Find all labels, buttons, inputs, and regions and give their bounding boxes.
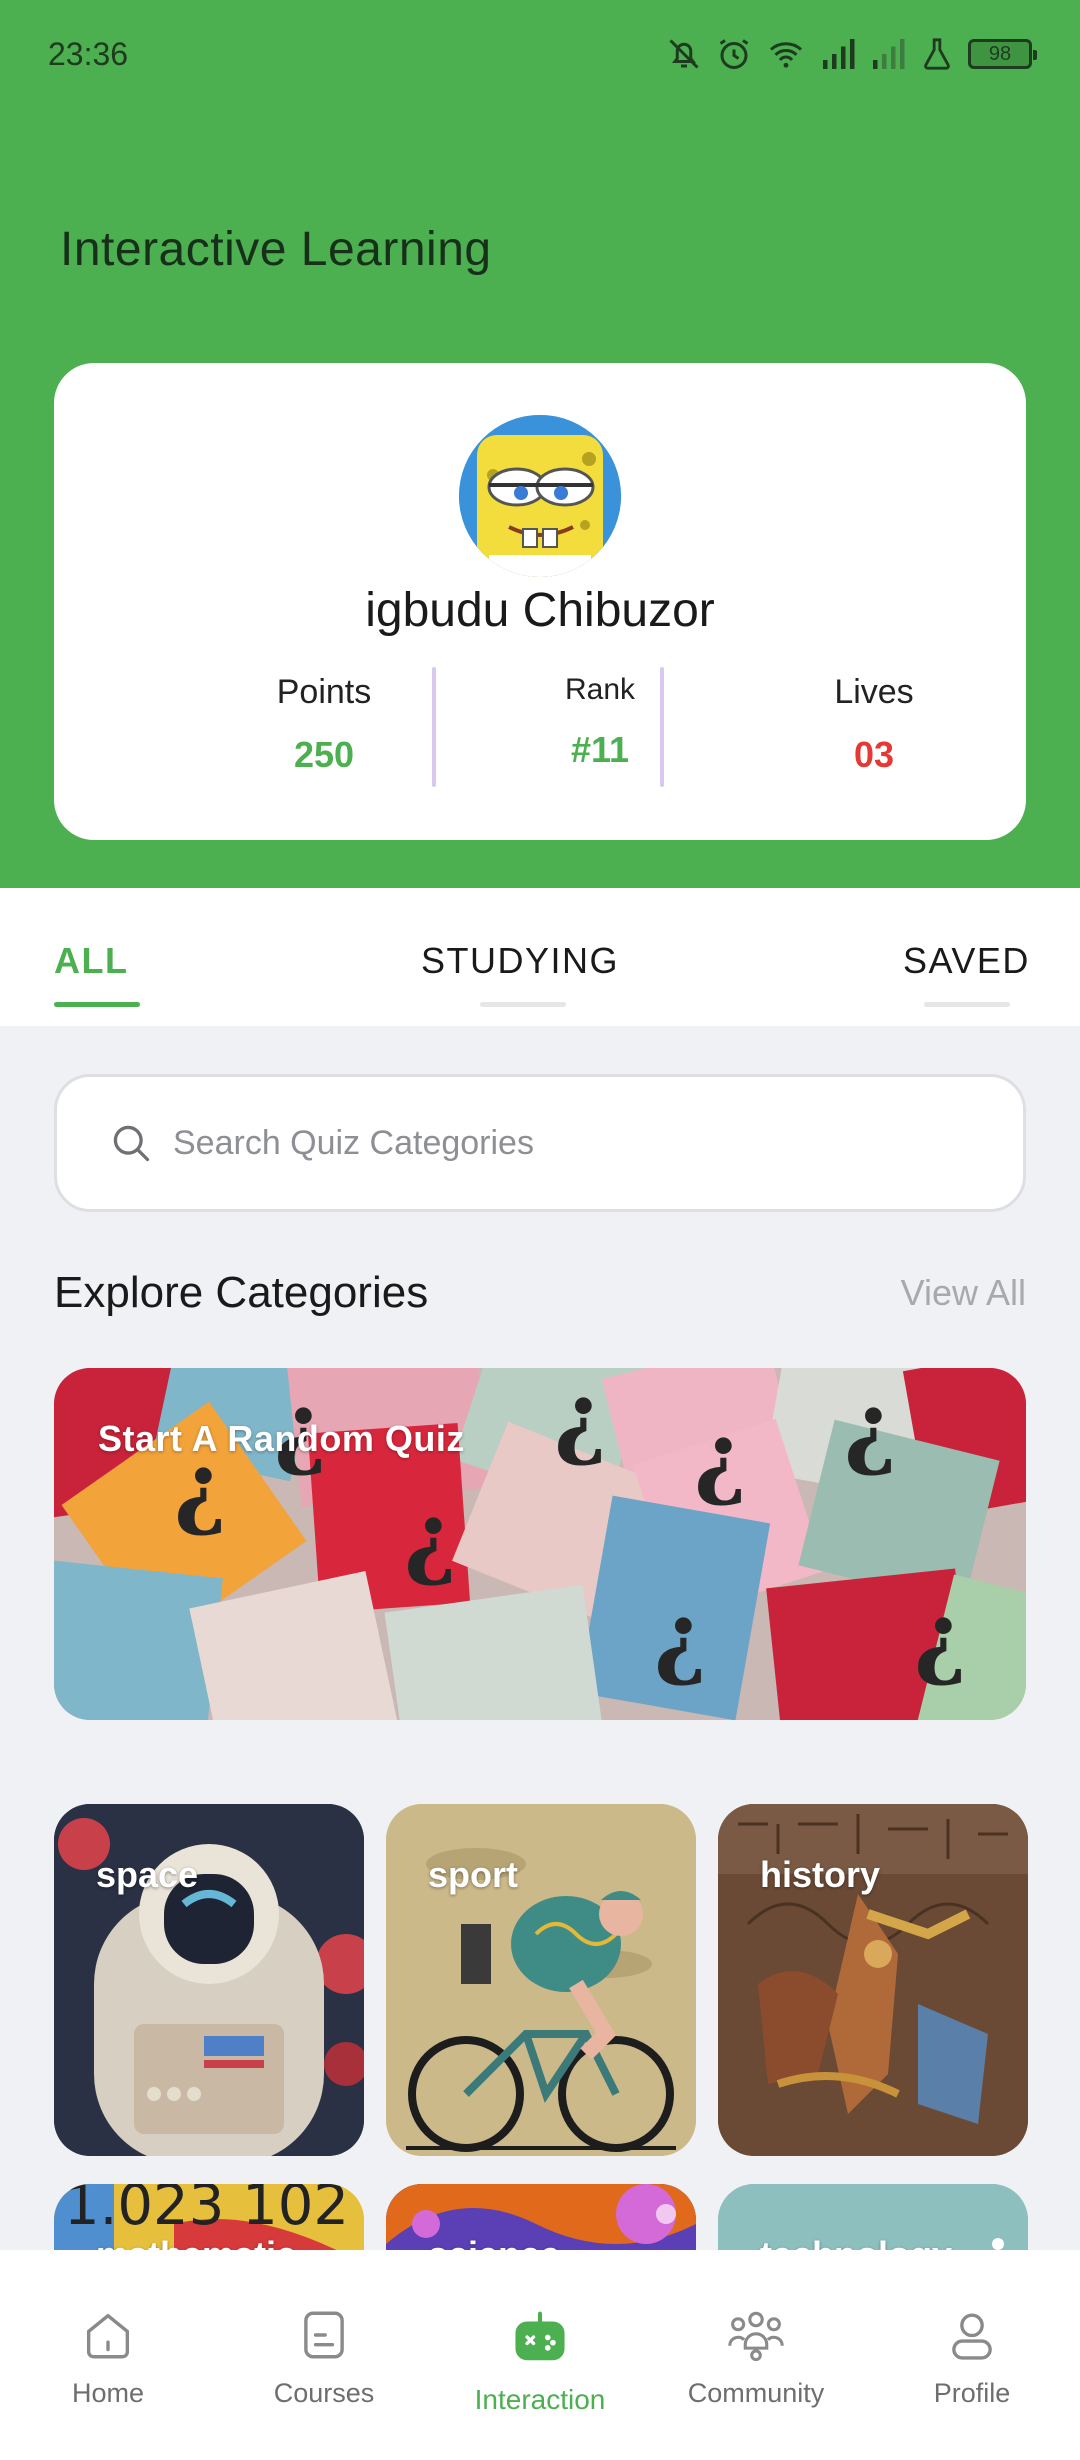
- tab-saved[interactable]: SAVED: [903, 940, 1030, 982]
- tab-studying[interactable]: STUDYING: [421, 940, 619, 982]
- search-box[interactable]: [54, 1074, 1026, 1212]
- user-name: igbudu Chibuzor: [365, 584, 715, 637]
- category-tile-space[interactable]: space: [54, 1804, 364, 2156]
- nav-interaction-label: Interaction: [474, 2384, 606, 2415]
- battery-icon: 98: [968, 39, 1037, 69]
- nav-profile[interactable]: Profile: [882, 2306, 1062, 2409]
- home-icon: [86, 2313, 130, 2359]
- avatar[interactable]: [459, 415, 621, 577]
- rank-value: #11: [570, 729, 630, 770]
- category-label: sport: [428, 1854, 518, 1895]
- status-bar: 23:36 98: [0, 0, 1080, 110]
- page-title: Interactive Learning: [60, 223, 492, 276]
- lives-stat: Lives 03: [754, 673, 994, 776]
- stat-divider: [432, 667, 436, 787]
- category-tile-history[interactable]: history: [718, 1804, 1028, 2156]
- points-label: Points: [276, 673, 372, 711]
- nav-home-label: Home: [71, 2378, 145, 2408]
- points-stat: Points 250: [204, 673, 444, 776]
- svg-text:1.023 102: 1.023 102: [64, 2184, 349, 2238]
- mute-bell-icon: [669, 39, 699, 69]
- category-label: space: [96, 1854, 199, 1895]
- profile-card: igbudu Chibuzor Points 250 Rank #11 Live…: [54, 363, 1026, 840]
- lives-value: 03: [853, 734, 895, 775]
- random-quiz-card[interactable]: ¿ ¿ ¿ ¿ ¿ ¿ ¿ ¿ Start A Random Quiz: [54, 1368, 1026, 1720]
- gamepad-icon: [515, 2311, 565, 2361]
- status-time: 23:36: [48, 36, 129, 72]
- alarm-icon: [719, 39, 749, 69]
- signal-weak-icon: [873, 39, 905, 69]
- lab-flask-icon: [924, 38, 950, 70]
- tab-saved-indicator: [924, 1002, 1010, 1007]
- rank-label: Rank: [564, 673, 636, 706]
- tab-bar: ALL STUDYING SAVED: [0, 888, 1080, 1026]
- points-value: 250: [293, 734, 355, 775]
- signal-icon: [823, 39, 855, 69]
- svg-text:¿: ¿: [404, 1484, 457, 1590]
- document-icon: [304, 2311, 344, 2359]
- wifi-icon: [770, 42, 802, 68]
- search-icon: [113, 1125, 150, 1162]
- svg-text:¿: ¿: [844, 1374, 897, 1480]
- svg-text:¿: ¿: [654, 1584, 707, 1690]
- nav-interaction[interactable]: Interaction: [450, 2306, 630, 2416]
- section-title: Explore Categories: [54, 1268, 429, 1317]
- category-label: history: [760, 1854, 881, 1895]
- category-tile-sport[interactable]: sport: [386, 1804, 696, 2156]
- view-all-link[interactable]: View All: [901, 1272, 1026, 1314]
- nav-community[interactable]: Community: [666, 2306, 846, 2409]
- nav-profile-label: Profile: [933, 2378, 1011, 2408]
- user-icon: [952, 2313, 992, 2360]
- random-quiz-label: Start A Random Quiz: [98, 1418, 465, 1459]
- search-input[interactable]: [173, 1111, 973, 1175]
- tab-all-indicator: [54, 1002, 140, 1007]
- lives-label: Lives: [834, 673, 914, 711]
- svg-text:¿: ¿: [554, 1368, 607, 1470]
- stat-divider: [660, 667, 664, 787]
- battery-level: 98: [988, 42, 1012, 65]
- header-banner: 23:36 98 Interactive Learning igbudu Chi…: [0, 0, 1080, 888]
- svg-text:¿: ¿: [694, 1404, 747, 1510]
- rank-stat: Rank #11: [480, 673, 720, 771]
- tab-studying-indicator: [480, 1002, 566, 1007]
- nav-community-label: Community: [687, 2378, 825, 2408]
- svg-text:¿: ¿: [914, 1584, 967, 1690]
- nav-courses[interactable]: Courses: [234, 2306, 414, 2409]
- nav-courses-label: Courses: [273, 2378, 375, 2408]
- tab-all[interactable]: ALL: [54, 940, 128, 982]
- bottom-nav: Home Courses Interaction Community Profi…: [0, 2250, 1080, 2460]
- nav-home[interactable]: Home: [18, 2306, 198, 2409]
- community-icon: [728, 2311, 784, 2362]
- status-icons: 98: [666, 30, 1037, 78]
- avatar-image: [459, 415, 621, 577]
